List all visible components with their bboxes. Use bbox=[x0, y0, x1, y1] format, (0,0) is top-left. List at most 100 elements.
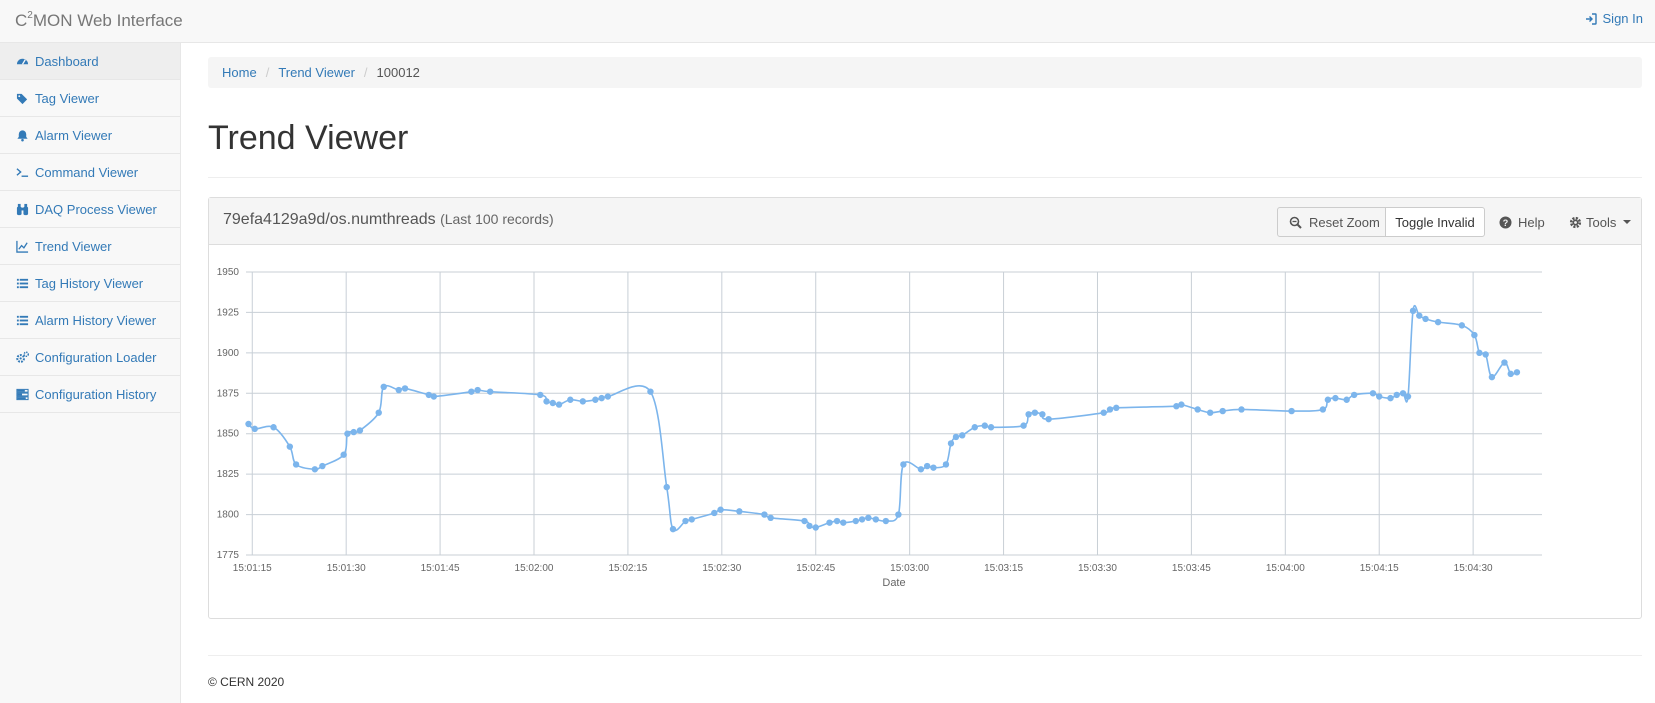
sidebar-item-alarm-history-viewer[interactable]: Alarm History Viewer bbox=[0, 302, 180, 339]
data-point bbox=[882, 517, 890, 525]
data-point bbox=[344, 430, 351, 437]
title-divider bbox=[208, 177, 1642, 178]
data-point bbox=[833, 517, 841, 525]
data-point bbox=[1039, 411, 1046, 418]
sidebar-item-configuration-loader[interactable]: Configuration Loader bbox=[0, 339, 180, 376]
data-point bbox=[923, 462, 931, 470]
data-point bbox=[1219, 407, 1226, 415]
data-point bbox=[474, 386, 481, 394]
data-point bbox=[598, 394, 605, 402]
reset-zoom-label: Reset Zoom bbox=[1309, 214, 1380, 230]
data-point bbox=[1471, 331, 1478, 339]
data-point bbox=[895, 511, 902, 518]
data-point bbox=[468, 388, 475, 395]
x-tick-label: 15:01:45 bbox=[421, 563, 460, 574]
data-point bbox=[971, 424, 978, 431]
data-point bbox=[1045, 415, 1052, 423]
y-tick-label: 1875 bbox=[217, 388, 240, 399]
sidebar-item-configuration-history[interactable]: Configuration History bbox=[0, 376, 180, 413]
sidebar-item-tag-history-viewer[interactable]: Tag History Viewer bbox=[0, 265, 180, 302]
svg-text:?: ? bbox=[1503, 218, 1509, 228]
data-point bbox=[1194, 406, 1201, 413]
tag-name: 79efa4129a9d/os.numthreads bbox=[223, 211, 436, 228]
trend-chart[interactable]: 1775 1800 1825 1850 1875 1900 1925 1950 15:01:15… bbox=[209, 245, 1641, 618]
breadcrumb-trend-viewer[interactable]: Trend Viewer bbox=[278, 65, 355, 80]
sidebar-item-label: Configuration History bbox=[35, 386, 157, 402]
sidebar-item-alarm-viewer[interactable]: Alarm Viewer bbox=[0, 117, 180, 154]
reset-zoom-button[interactable]: Reset Zoom bbox=[1277, 207, 1386, 237]
bell-icon bbox=[17, 129, 28, 141]
list-icon bbox=[16, 278, 29, 288]
data-point bbox=[1206, 409, 1214, 416]
data-point bbox=[1422, 315, 1429, 323]
data-point bbox=[549, 399, 556, 407]
data-point bbox=[761, 511, 768, 518]
data-point bbox=[1106, 406, 1114, 413]
brand-title[interactable]: C2MON Web Interface bbox=[15, 10, 183, 31]
tools-label: Tools bbox=[1586, 214, 1617, 230]
series-line bbox=[247, 304, 1518, 532]
data-point bbox=[1025, 411, 1032, 418]
y-tick-label: 1900 bbox=[217, 348, 240, 359]
sidebar-item-command-viewer[interactable]: Command Viewer bbox=[0, 154, 180, 191]
terminal-icon bbox=[16, 167, 29, 177]
data-point bbox=[840, 519, 847, 526]
cogs-icon bbox=[16, 350, 29, 363]
sign-in-link[interactable]: Sign In bbox=[1585, 11, 1643, 26]
data-point bbox=[959, 432, 966, 439]
data-point bbox=[812, 524, 819, 531]
data-point bbox=[1100, 409, 1107, 416]
sidebar-item-trend-viewer[interactable]: Trend Viewer bbox=[0, 228, 180, 265]
sidebar-item-label: Configuration Loader bbox=[35, 349, 157, 365]
data-point bbox=[375, 409, 382, 416]
sidebar-item-dashboard[interactable]: Dashboard bbox=[0, 43, 180, 80]
data-point bbox=[567, 396, 574, 403]
breadcrumb: Home / Trend Viewer / 100012 bbox=[208, 57, 1642, 88]
sidebar-item-daq-process-viewer[interactable]: DAQ Process Viewer bbox=[0, 191, 180, 228]
data-point bbox=[717, 506, 724, 513]
data-point bbox=[767, 514, 774, 522]
sidebar-item-tag-viewer[interactable]: Tag Viewer bbox=[0, 80, 180, 117]
x-axis-label: Date bbox=[882, 577, 905, 589]
help-label: Help bbox=[1518, 214, 1545, 230]
data-point bbox=[1376, 393, 1383, 400]
data-point bbox=[430, 393, 438, 400]
data-point bbox=[245, 420, 252, 428]
data-point bbox=[1488, 373, 1496, 381]
breadcrumb-home[interactable]: Home bbox=[222, 65, 257, 80]
footer-divider bbox=[208, 655, 1642, 656]
toggle-invalid-label: Toggle Invalid bbox=[1395, 214, 1475, 230]
data-point bbox=[1501, 359, 1508, 366]
data-point bbox=[1343, 396, 1350, 403]
y-tick-label: 1825 bbox=[217, 469, 240, 480]
data-point bbox=[592, 396, 599, 403]
data-point bbox=[647, 388, 654, 395]
footer-copyright: © CERN 2020 bbox=[208, 675, 285, 689]
data-point bbox=[319, 462, 326, 470]
data-point bbox=[981, 422, 988, 429]
data-point bbox=[1324, 396, 1332, 403]
toggle-invalid-button[interactable]: Toggle Invalid bbox=[1385, 207, 1485, 237]
data-point bbox=[401, 385, 409, 392]
data-point bbox=[1507, 370, 1514, 378]
help-button[interactable]: ? Help bbox=[1499, 207, 1545, 237]
page-title: Trend Viewer bbox=[208, 119, 409, 157]
data-point bbox=[900, 461, 907, 468]
data-point bbox=[1387, 394, 1394, 402]
data-point bbox=[1482, 351, 1489, 358]
data-point bbox=[292, 461, 300, 468]
x-tick-label: 15:03:15 bbox=[984, 563, 1023, 574]
x-tick-label: 15:01:15 bbox=[233, 563, 272, 574]
data-point bbox=[380, 383, 387, 391]
data-point bbox=[356, 427, 364, 434]
sidebar-item-label: Tag History Viewer bbox=[35, 275, 144, 291]
data-point bbox=[688, 516, 695, 523]
trend-panel: 79efa4129a9d/os.numthreads (Last 100 rec… bbox=[208, 197, 1642, 619]
tools-dropdown[interactable]: Tools bbox=[1569, 207, 1632, 237]
data-point bbox=[1031, 409, 1039, 416]
data-point bbox=[952, 433, 960, 441]
caret-down-icon bbox=[1623, 220, 1632, 224]
data-point bbox=[865, 514, 872, 522]
breadcrumb-current: 100012 bbox=[376, 65, 420, 80]
dashboard-icon bbox=[16, 58, 29, 65]
